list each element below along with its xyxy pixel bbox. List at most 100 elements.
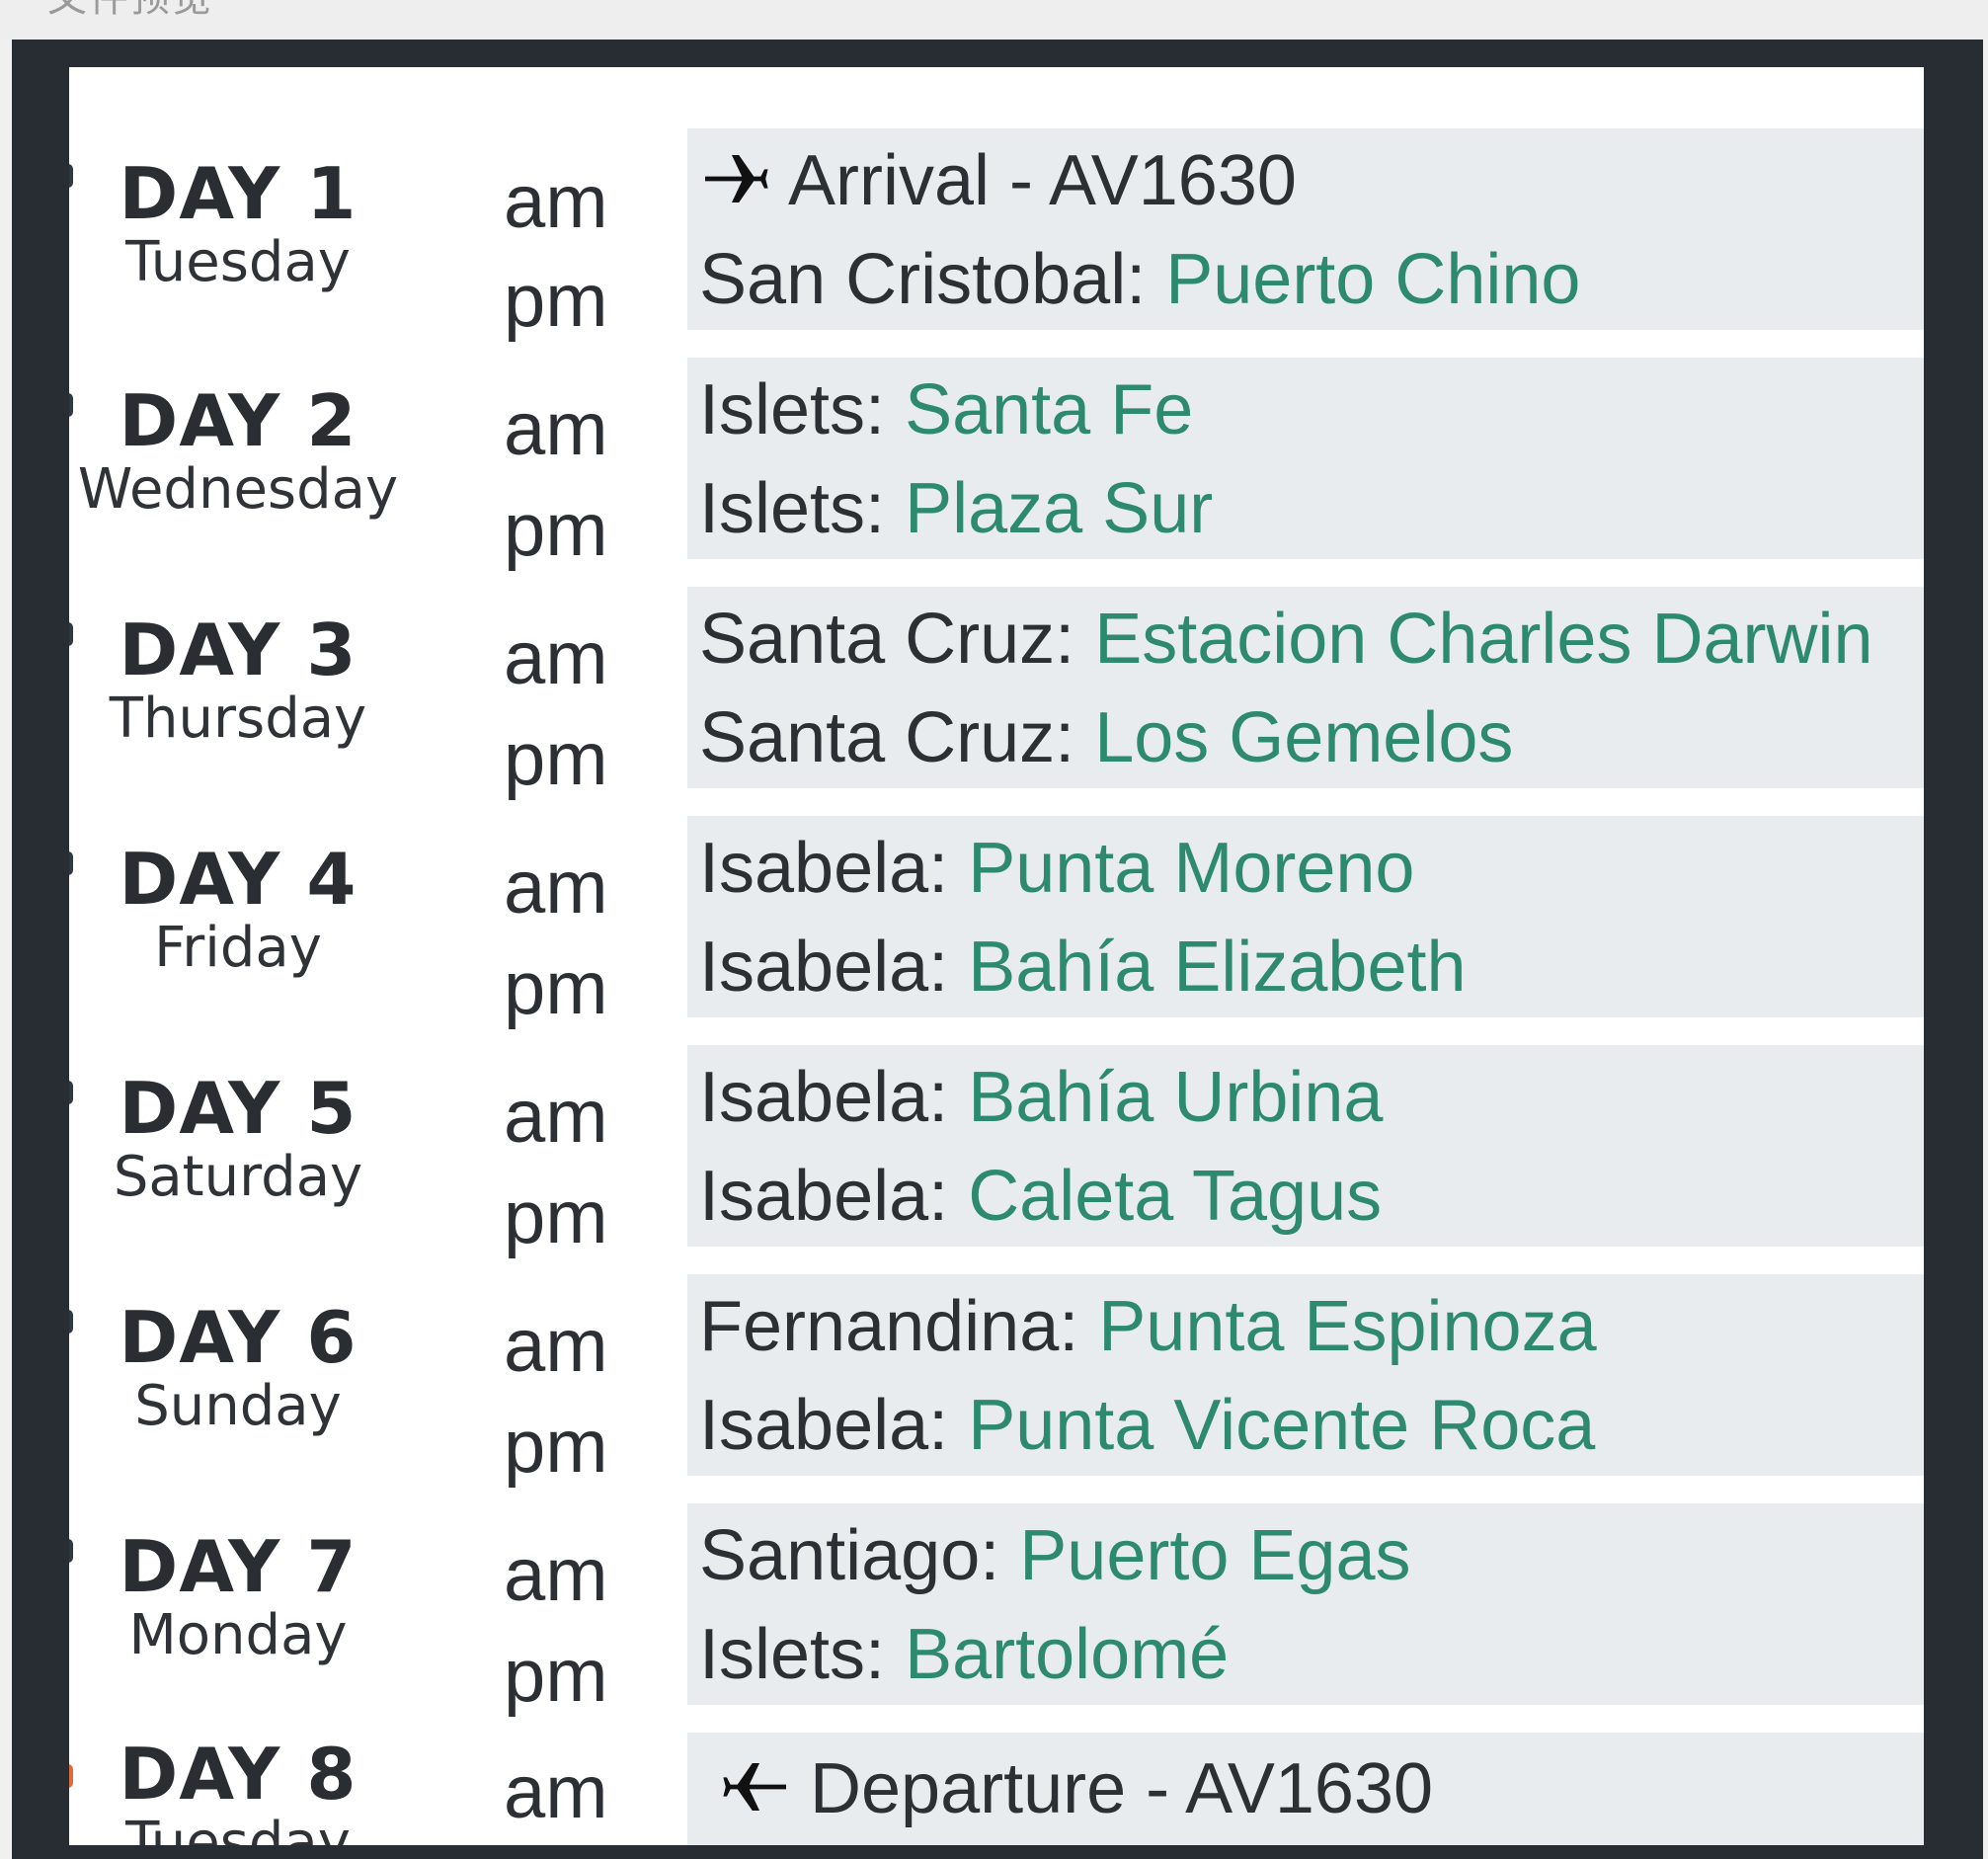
day-card: Santiago: Puerto Egas Islets: Bartolomé bbox=[687, 1503, 1924, 1705]
slot-am: am bbox=[504, 160, 608, 244]
site-name: Bartolomé bbox=[905, 1615, 1230, 1694]
title-bar: 文件预览 bbox=[0, 0, 1988, 40]
island-name: San Cristobal: bbox=[699, 240, 1166, 319]
timeline-dot bbox=[69, 1764, 73, 1788]
day-card: Departure - AV1630 bbox=[687, 1733, 1924, 1845]
day-label: DAY 7 Monday bbox=[75, 1527, 401, 1665]
day-number: DAY 6 bbox=[119, 1296, 358, 1379]
day-card: Santa Cruz: Estacion Charles Darwin Sant… bbox=[687, 587, 1924, 788]
island-name: Islets: bbox=[699, 469, 906, 548]
site-name: Estacion Charles Darwin bbox=[1094, 600, 1873, 679]
day-label: DAY 8 Tuesday bbox=[75, 1735, 401, 1845]
day-card: Fernandina: Punta Espinoza Isabela: Punt… bbox=[687, 1274, 1924, 1476]
activity-pm: Islets: Bartolomé bbox=[699, 1610, 1229, 1699]
island-name: Isabela: bbox=[699, 1386, 969, 1465]
slot-pm: pm bbox=[504, 946, 608, 1030]
day-number: DAY 8 bbox=[119, 1733, 358, 1816]
slot-pm: pm bbox=[504, 488, 608, 572]
day-number: DAY 1 bbox=[119, 152, 358, 235]
island-name: Fernandina: bbox=[699, 1287, 1099, 1366]
activity-am: Santiago: Puerto Egas bbox=[699, 1511, 1411, 1600]
site-name: Punta Moreno bbox=[968, 829, 1415, 908]
slot-pm: pm bbox=[504, 259, 608, 343]
day-label: DAY 5 Saturday bbox=[75, 1069, 401, 1207]
day-number: DAY 4 bbox=[119, 838, 358, 921]
timeline-dot bbox=[69, 1310, 73, 1334]
island-name: Santiago: bbox=[699, 1516, 1020, 1595]
day-weekday: Tuesday bbox=[125, 230, 351, 294]
timeline-dot bbox=[69, 851, 73, 875]
slot-am: am bbox=[504, 1533, 608, 1617]
day-label: DAY 6 Sunday bbox=[75, 1298, 401, 1436]
preview-frame: DAY 1 Tuesday am pm Arrival - AV1630 San… bbox=[12, 40, 1983, 1859]
slot-am: am bbox=[504, 1304, 608, 1388]
day-weekday: Sunday bbox=[134, 1374, 342, 1438]
activity-am: Islets: Santa Fe bbox=[699, 365, 1193, 454]
activity-pm: Isabela: Caleta Tagus bbox=[699, 1152, 1382, 1241]
island-name: Santa Cruz: bbox=[699, 600, 1095, 679]
day-weekday: Saturday bbox=[113, 1145, 363, 1209]
day-card: Isabela: Punta Moreno Isabela: Bahía Eli… bbox=[687, 816, 1924, 1017]
timeline-dot bbox=[69, 164, 73, 188]
site-name: Santa Fe bbox=[905, 370, 1194, 449]
site-name: Bahía Urbina bbox=[968, 1058, 1384, 1137]
window-title: 文件预览 bbox=[47, 0, 213, 18]
day-label: DAY 1 Tuesday bbox=[75, 154, 401, 292]
activity-am: Departure - AV1630 bbox=[721, 1744, 1433, 1833]
timeline-dot bbox=[69, 1539, 73, 1563]
activity-pm: Santa Cruz: Los Gemelos bbox=[699, 693, 1513, 782]
island-name: Santa Cruz: bbox=[699, 698, 1095, 777]
timeline-dot bbox=[69, 622, 73, 646]
activity-am: Fernandina: Punta Espinoza bbox=[699, 1282, 1597, 1371]
activity-pm: Islets: Plaza Sur bbox=[699, 464, 1213, 553]
day-weekday: Friday bbox=[154, 916, 322, 980]
plane-arrival-icon bbox=[705, 155, 768, 202]
timeline-dot bbox=[69, 393, 73, 417]
day-weekday: Wednesday bbox=[77, 457, 399, 522]
day-number: DAY 7 bbox=[119, 1525, 358, 1608]
day-weekday: Tuesday bbox=[125, 1811, 351, 1846]
day-label: DAY 3 Thursday bbox=[75, 610, 401, 749]
site-name: Los Gemelos bbox=[1094, 698, 1514, 777]
day-card: Islets: Santa Fe Islets: Plaza Sur bbox=[687, 358, 1924, 559]
slot-pm: pm bbox=[504, 1405, 608, 1489]
site-name: Puerto Egas bbox=[1019, 1516, 1411, 1595]
day-number: DAY 3 bbox=[119, 608, 358, 691]
activity-pm: Isabela: Bahía Elizabeth bbox=[699, 923, 1467, 1011]
slot-pm: pm bbox=[504, 717, 608, 801]
day-weekday: Monday bbox=[128, 1603, 348, 1667]
day-number: DAY 2 bbox=[119, 379, 358, 462]
site-name: Plaza Sur bbox=[905, 469, 1214, 548]
day-number: DAY 5 bbox=[119, 1067, 358, 1150]
day-card: Arrival - AV1630 San Cristobal: Puerto C… bbox=[687, 128, 1924, 330]
slot-pm: pm bbox=[504, 1634, 608, 1718]
site-name: Puerto Chino bbox=[1165, 240, 1581, 319]
activity-pm: San Cristobal: Puerto Chino bbox=[699, 235, 1580, 324]
activity-am: Santa Cruz: Estacion Charles Darwin bbox=[699, 595, 1873, 684]
slot-am: am bbox=[504, 846, 608, 930]
island-name: Islets: bbox=[699, 1615, 906, 1694]
day-weekday: Thursday bbox=[109, 687, 367, 751]
day-card: Isabela: Bahía Urbina Isabela: Caleta Ta… bbox=[687, 1045, 1924, 1247]
site-name: Punta Vicente Roca bbox=[968, 1386, 1596, 1465]
itinerary-sheet: DAY 1 Tuesday am pm Arrival - AV1630 San… bbox=[69, 67, 1924, 1845]
day-label: DAY 2 Wednesday bbox=[75, 381, 401, 520]
site-name: Caleta Tagus bbox=[968, 1157, 1383, 1236]
slot-pm: pm bbox=[504, 1175, 608, 1259]
island-name: Islets: bbox=[699, 370, 906, 449]
island-name: Isabela: bbox=[699, 928, 969, 1007]
slot-am: am bbox=[504, 1075, 608, 1159]
day-label: DAY 4 Friday bbox=[75, 840, 401, 978]
activity-am: Isabela: Bahía Urbina bbox=[699, 1053, 1383, 1142]
activity-am: Isabela: Punta Moreno bbox=[699, 824, 1414, 913]
plane-departure-icon bbox=[723, 1763, 786, 1811]
slot-am: am bbox=[504, 1750, 608, 1834]
island-name: Isabela: bbox=[699, 1157, 969, 1236]
site-name: Punta Espinoza bbox=[1098, 1287, 1597, 1366]
timeline-dot bbox=[69, 1081, 73, 1104]
site-name: Bahía Elizabeth bbox=[968, 928, 1467, 1007]
activity-am: Arrival - AV1630 bbox=[699, 136, 1297, 225]
slot-am: am bbox=[504, 387, 608, 471]
slot-am: am bbox=[504, 616, 608, 700]
activity-pm: Isabela: Punta Vicente Roca bbox=[699, 1381, 1595, 1470]
